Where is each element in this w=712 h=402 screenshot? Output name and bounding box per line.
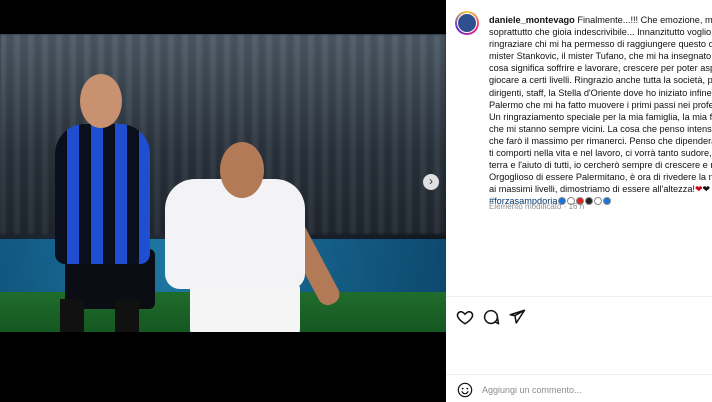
divider bbox=[446, 296, 712, 297]
player-right-head bbox=[220, 142, 264, 198]
caption-line: daniele_montevago Finalmente...!!! Che e… bbox=[489, 14, 712, 26]
paper-plane-icon[interactable] bbox=[508, 308, 526, 326]
username[interactable]: daniele_montevago bbox=[489, 15, 575, 25]
post-sidebar: daniele_montevago Finalmente...!!! Che e… bbox=[446, 0, 712, 402]
chevron-right-icon[interactable]: › bbox=[423, 174, 439, 190]
caption-line: ringraziare chi mi ha permesso di raggiu… bbox=[489, 39, 712, 50]
circle-emoji bbox=[585, 197, 594, 206]
caption-line: dirigenti, staff, la Stella d'Oriente do… bbox=[489, 87, 712, 98]
player-left-leg bbox=[60, 299, 84, 332]
circle-emoji bbox=[594, 197, 603, 206]
caption-line: Palermo che mi ha fatto muovere i primi … bbox=[489, 99, 712, 110]
caption-line: Un ringraziamento speciale per la mia fa… bbox=[489, 111, 712, 122]
red-heart-icon: ❤ bbox=[694, 184, 703, 195]
comment-bar bbox=[446, 374, 712, 402]
emoji-smile-icon[interactable] bbox=[457, 382, 473, 398]
caption-line: cosa significa soffrire e lavorare, cres… bbox=[489, 63, 712, 74]
caption-line: ai massimi livelli, dimostriamo di esser… bbox=[489, 183, 712, 195]
caption-line: terra e l'aiuto di tutti, io cercherò se… bbox=[489, 160, 712, 171]
avatar-image bbox=[457, 13, 477, 33]
timestamp[interactable]: 16 h bbox=[569, 202, 585, 211]
caption-text: ai massimi livelli, dimostriamo di esser… bbox=[489, 184, 695, 195]
post-meta: Elemento modificato · 16 h bbox=[489, 202, 585, 211]
edited-label: Elemento modificato bbox=[489, 202, 562, 211]
caption-line: che mi stanno sempre vicini. La cosa che… bbox=[489, 123, 712, 134]
caption-line: soprattutto che gioia indescrivibile... … bbox=[489, 27, 712, 38]
player-left-shirt bbox=[55, 124, 150, 264]
avatar[interactable] bbox=[455, 11, 479, 35]
caption-text: Finalmente...!!! Che emozione, ma bbox=[577, 15, 712, 25]
caption-line: che farò il massimo per rimanerci. Penso… bbox=[489, 135, 712, 146]
player-left-leg bbox=[115, 299, 139, 332]
caption-line: ti comporti nella vita e nel lavoro, ci … bbox=[489, 148, 712, 159]
comment-input[interactable] bbox=[482, 382, 702, 398]
post-photo bbox=[0, 34, 446, 332]
media-panel: › bbox=[0, 0, 446, 402]
caption-line: Orgoglioso di essere Palermitano, è ora … bbox=[489, 172, 712, 183]
caption-line: giocare a certi livelli. Ringrazio anche… bbox=[489, 75, 712, 86]
heart-outline-icon[interactable] bbox=[456, 308, 474, 326]
player-left-head bbox=[80, 74, 122, 128]
caption-line: mister Stankovic, il mister Tufano, che … bbox=[489, 51, 712, 62]
black-heart-icon: ❤ bbox=[702, 184, 711, 195]
post-caption: daniele_montevago Finalmente...!!! Che e… bbox=[489, 14, 712, 208]
circle-emoji bbox=[603, 197, 612, 206]
comment-bubble-icon[interactable] bbox=[482, 308, 500, 326]
